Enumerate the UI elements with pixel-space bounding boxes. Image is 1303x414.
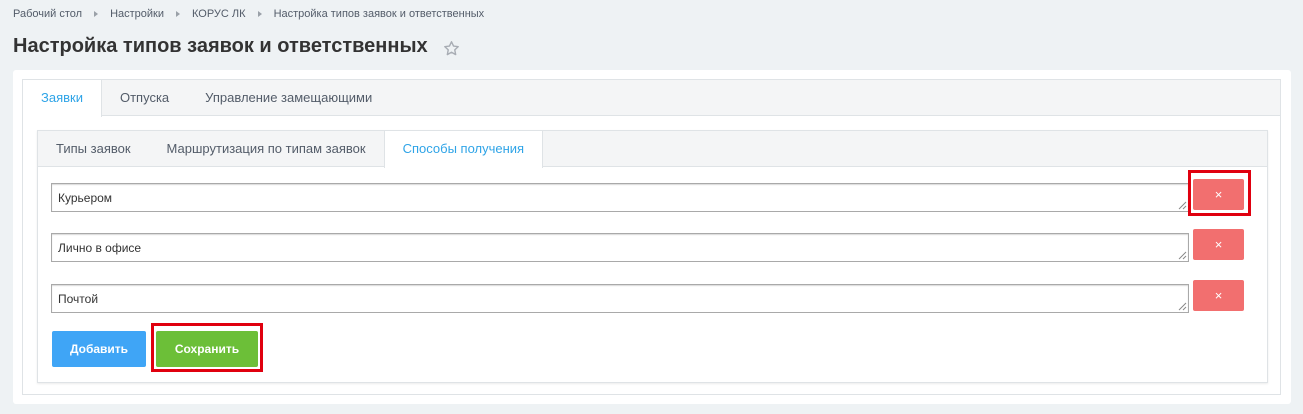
tab-routing[interactable]: Маршрутизация по типам заявок [149, 131, 384, 167]
tab-vacations[interactable]: Отпуска [102, 80, 187, 116]
method-textarea[interactable]: Лично в офисе [51, 233, 1189, 262]
method-row: Курьером × [51, 179, 1244, 213]
breadcrumb-separator-icon [257, 11, 262, 17]
delete-method-button[interactable]: × [1193, 229, 1244, 260]
method-textarea[interactable]: Почтой [51, 284, 1189, 313]
resize-grip-icon[interactable] [1178, 302, 1187, 311]
page-header: Настройка типов заявок и ответственных [13, 35, 460, 58]
tab-requests[interactable]: Заявки [23, 80, 102, 117]
breadcrumb-item-korus[interactable]: КОРУС ЛК [192, 8, 246, 20]
sub-tabs-panel: Типы заявок Маршрутизация по типам заяво… [37, 130, 1268, 383]
breadcrumb-item-desktop[interactable]: Рабочий стол [13, 8, 82, 20]
page-title: Настройка типов заявок и ответственных [13, 35, 428, 57]
add-button[interactable]: Добавить [52, 331, 146, 367]
delete-method-button[interactable]: × [1193, 179, 1244, 210]
settings-card: Заявки Отпуска Управление замещающими Ти… [13, 70, 1291, 404]
breadcrumb-item-current[interactable]: Настройка типов заявок и ответственных [274, 8, 485, 20]
breadcrumb-separator-icon [94, 11, 99, 17]
main-tabs: Заявки Отпуска Управление замещающими [23, 80, 1280, 117]
delete-method-button[interactable]: × [1193, 280, 1244, 311]
save-button[interactable]: Сохранить [156, 331, 258, 367]
method-row: Лично в офисе × [51, 229, 1244, 263]
star-icon[interactable] [443, 40, 460, 57]
breadcrumb: Рабочий стол Настройки КОРУС ЛК Настройк… [13, 8, 484, 20]
method-textarea[interactable]: Курьером [51, 183, 1189, 212]
resize-grip-icon[interactable] [1178, 201, 1187, 210]
resize-grip-icon[interactable] [1178, 251, 1187, 260]
method-row: Почтой × [51, 280, 1244, 314]
tab-request-types[interactable]: Типы заявок [38, 131, 149, 167]
sub-tabs: Типы заявок Маршрутизация по типам заяво… [38, 131, 1267, 168]
tab-substitutes[interactable]: Управление замещающими [187, 80, 390, 116]
breadcrumb-item-settings[interactable]: Настройки [110, 8, 164, 20]
breadcrumb-separator-icon [176, 11, 180, 17]
tab-delivery-methods[interactable]: Способы получения [383, 131, 544, 168]
main-tabs-panel: Заявки Отпуска Управление замещающими Ти… [22, 79, 1281, 395]
